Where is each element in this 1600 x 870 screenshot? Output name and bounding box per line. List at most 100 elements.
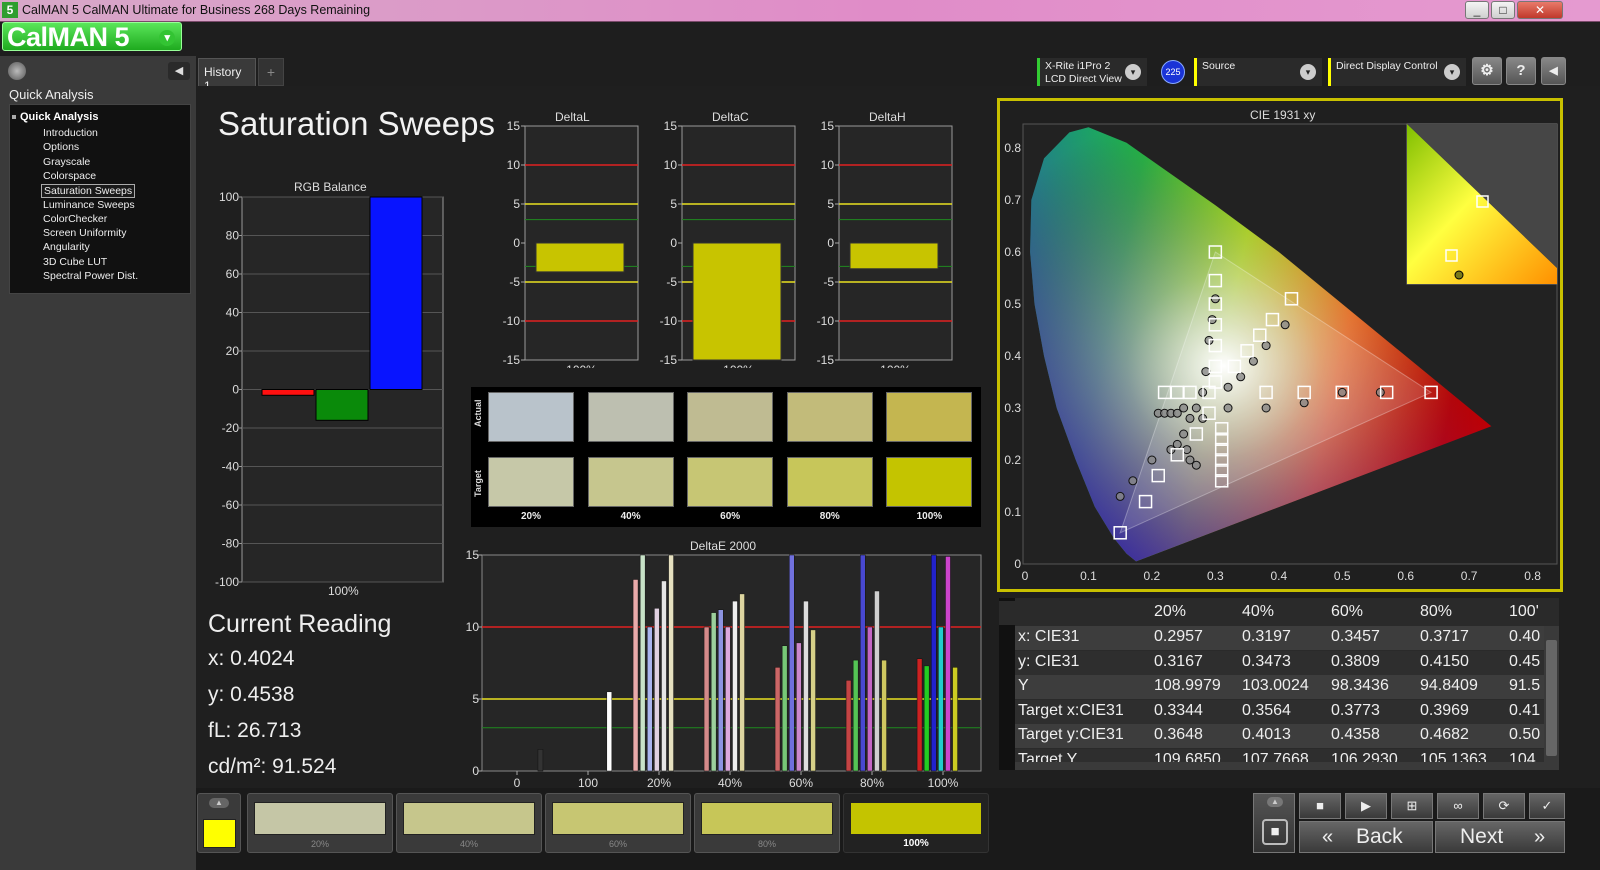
tree-item[interactable]: Introduction [41,127,100,139]
x-tick-label: 0.1 [1080,569,1097,583]
y-tick-label: 0.3 [1004,401,1021,415]
maximize-button[interactable]: □ [1491,1,1515,19]
y-tick-label: 15 [821,119,835,133]
delta-bar [535,242,625,273]
tree-item[interactable]: Luminance Sweeps [41,199,137,211]
check-icon[interactable]: ✓ [1529,793,1565,819]
deltae-bar [803,600,809,772]
tab-history-1[interactable]: History 1 [198,58,256,93]
tree-item[interactable]: Saturation Sweeps [41,184,136,199]
y-tick-label: -100 [215,575,239,589]
record-icon[interactable] [8,62,26,80]
tree-item[interactable]: Options [41,141,81,153]
swatch-step-color [850,802,982,835]
meter-badge[interactable]: 225 [1161,60,1185,84]
swatch-step-button[interactable]: 60% [545,793,691,853]
scrollbar-thumb[interactable] [1546,640,1557,756]
cie-inset [1406,123,1558,285]
y-tick-label: 0.2 [1004,453,1021,467]
close-button[interactable]: ✕ [1517,1,1563,19]
tree-item[interactable]: Colorspace [41,170,98,182]
table-cell: 0.3648 [1154,726,1203,743]
panel-collapse-icon[interactable]: ◀ [1541,57,1566,85]
table-row[interactable]: Target x:CIE31 0.3344 0.3564 0.3773 0.3969 0.… [1015,699,1544,724]
next-arrow-icon: » [1534,826,1546,848]
deltae-chart: 15 10 5 0 0 100 20% 40% 60% 80% 100% [466,548,982,788]
cie-chart: 0 0.1 0.2 0.3 0.4 0.5 0.6 0.7 0.8 0.8 0.7 0.6 0.5 0.4… [997,98,1563,592]
table-cell: 0.50 [1509,726,1541,743]
settings-gear-icon[interactable]: ⚙ [1472,57,1502,85]
display-selector[interactable]: Direct Display Control ▾ [1328,58,1466,86]
deltae-bar [938,626,944,772]
meter-selector[interactable]: X-Rite i1Pro 2 LCD Direct View ▾ [1037,58,1147,86]
row-label: y: CIE31 [1018,652,1080,670]
calman-menu-button[interactable]: CalMAN 5 ▾ [2,22,182,51]
table-row[interactable]: Y 108.9979 103.0024 98.3436 94.8409 91.5 [1015,675,1544,699]
deltae-plot-area [481,554,982,772]
stop-icon[interactable]: ■ [1262,819,1288,845]
delta-bar [849,242,939,270]
x-tick-label: 0 [1022,569,1029,583]
table-cell: 0.3457 [1331,628,1380,645]
y-tick-label: -10 [503,314,521,328]
refresh-icon[interactable]: ⟳ [1483,793,1525,819]
loop-icon[interactable]: ∞ [1437,793,1479,819]
app-logo-icon: 5 [2,2,18,18]
tree-item[interactable]: Screen Uniformity [41,227,128,239]
actual-row-label: Actual [473,399,483,427]
x-tick-label: 0 [514,776,521,788]
chevron-down-icon: ▾ [1125,64,1141,80]
minimize-button[interactable]: _ [1465,1,1489,19]
measured-point [1248,356,1258,366]
rgb-xlabel: 100% [328,584,359,598]
tree-item[interactable]: 3D Cube LUT [41,256,109,268]
column-header: 60% [1331,603,1364,620]
play-icon[interactable]: ▶ [1345,793,1387,819]
deltae-bar [860,554,866,772]
y-tick-label: -15 [503,353,521,367]
stop-measure-icon[interactable]: ■ [1299,793,1341,819]
table-row[interactable]: x: CIE31 0.2957 0.3197 0.3457 0.3717 0.40 [1015,626,1544,650]
table-row[interactable]: y: CIE31 0.3167 0.3473 0.3809 0.4150 0.45 [1015,650,1544,675]
back-button[interactable]: « Back [1299,821,1433,853]
target-swatch [687,457,774,507]
row-label: Target x:CIE31 [1018,701,1124,719]
swatch-step-button[interactable]: 40% [396,793,542,853]
next-button[interactable]: Next » [1435,821,1565,853]
table-cell: 0.3344 [1154,701,1203,719]
measured-point [1147,455,1157,465]
actual-swatch [886,392,973,442]
table-scrollbar[interactable] [1544,626,1559,770]
help-icon[interactable]: ? [1506,57,1536,85]
delta-bar [692,242,782,361]
table-cell: 0.41 [1509,701,1541,719]
sidebar-collapse-button[interactable]: ◀ [168,62,190,80]
chevron-up-icon[interactable]: ▲ [1267,797,1283,807]
rgb-balance-chart: 100 80 60 40 20 0 -20 -40 -60 -80 -100 [215,190,444,589]
tree-item[interactable]: Spectral Power Dist. [41,270,140,282]
chevron-up-icon[interactable]: ▲ [209,798,229,808]
y-tick-label: 0.8 [1004,141,1021,155]
source-selector[interactable]: Source ▾ [1194,58,1322,86]
fit-icon[interactable]: ⊞ [1391,793,1433,819]
table-row[interactable]: Target y:CIE31 0.3648 0.4013 0.4358 0.4682 0.… [1015,724,1544,748]
add-tab-button[interactable]: + [258,58,284,86]
y-tick-label: 5 [513,197,520,211]
x-tick-label: 0.5 [1334,569,1351,583]
swatch-step-button[interactable]: 100% [843,793,989,853]
table-cell: 0.3969 [1420,701,1469,719]
y-tick-label: -5 [823,275,834,289]
window-title: CalMAN 5 CalMAN Ultimate for Business 26… [22,3,371,17]
y-tick-label: 10 [664,158,678,172]
tree-item[interactable]: ColorChecker [41,213,109,225]
swatch-step-button[interactable]: 80% [694,793,840,853]
measured-point [1337,387,1347,397]
table-hscrollbar[interactable] [1015,762,1544,770]
tree-item[interactable]: Angularity [41,241,92,253]
tree-item[interactable]: Grayscale [41,156,92,168]
table-cell: 0.4013 [1242,726,1291,743]
tree-root[interactable]: Quick Analysis [11,111,98,123]
row-label: Y [1018,677,1029,694]
swatch-step-button[interactable]: 20% [247,793,393,853]
reading-x: x: 0.4024 [208,647,295,670]
